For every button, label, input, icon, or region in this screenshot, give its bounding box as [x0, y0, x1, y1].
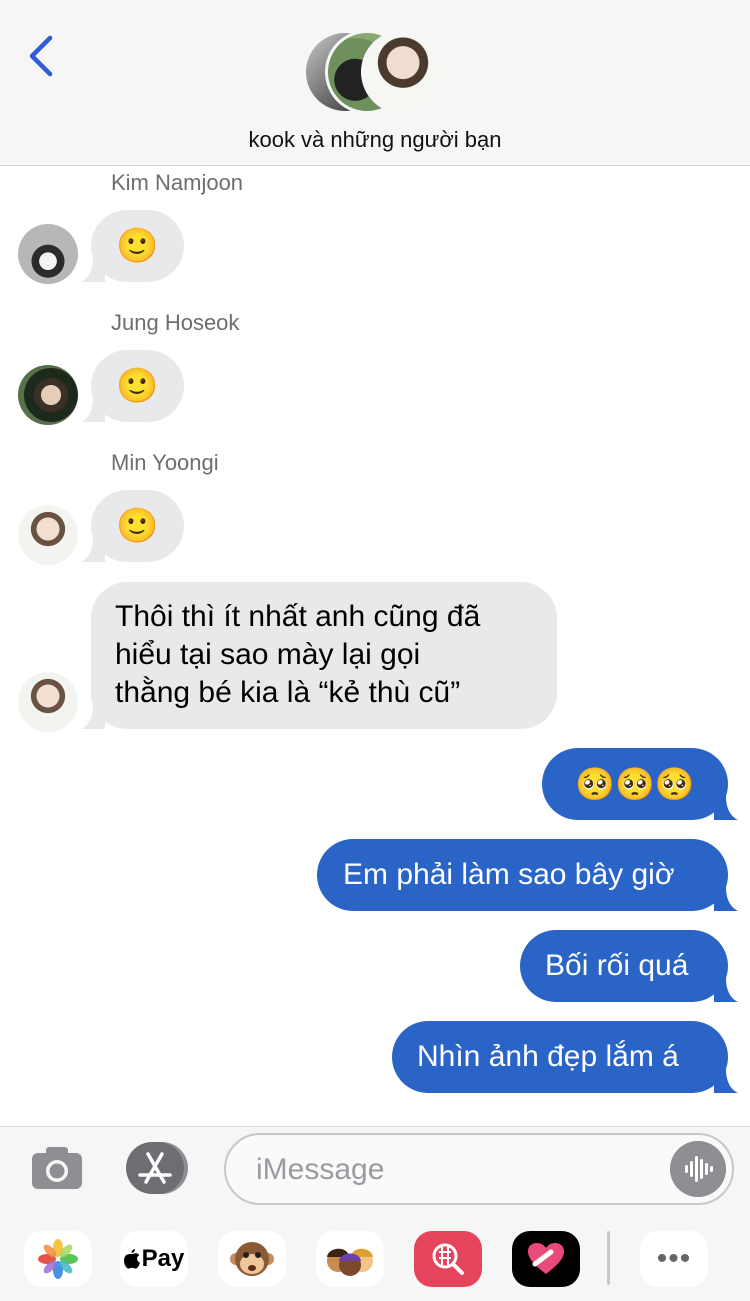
group-title[interactable]: kook và những người bạn	[0, 127, 750, 153]
bubble-tail	[81, 538, 105, 562]
back-chevron-icon[interactable]	[22, 32, 62, 80]
memoji-stickers-icon[interactable]	[316, 1231, 384, 1287]
message-text-line: Thôi thì ít nhất anh cũng đã	[115, 600, 481, 633]
bubble-tail	[714, 796, 738, 820]
more-apps-icon[interactable]: •••	[640, 1231, 708, 1287]
more-apps-label: •••	[656, 1242, 692, 1275]
bubble-tail	[714, 1069, 738, 1093]
avatar	[361, 30, 445, 114]
message-bubble-outgoing[interactable]: Nhìn ảnh đẹp lắm á	[392, 1021, 738, 1093]
bubble-tail	[714, 887, 738, 911]
message-bubble[interactable]: 🙂	[81, 210, 184, 282]
camera-icon[interactable]	[30, 1145, 84, 1191]
message-text: Em phải làm sao bây giờ	[343, 858, 675, 891]
message-bubble-outgoing[interactable]: Bối rối quá	[520, 930, 738, 1002]
message-text: 🥺🥺🥺	[575, 765, 695, 803]
memoji-monkey-icon[interactable]	[218, 1231, 286, 1287]
app-store-icon[interactable]	[126, 1142, 192, 1194]
bubble-tail	[81, 705, 105, 729]
bubble-tail	[81, 398, 105, 422]
group-avatar-stack[interactable]	[303, 30, 449, 116]
tray-divider	[607, 1231, 610, 1285]
digital-touch-icon[interactable]	[512, 1231, 580, 1287]
message-bubble[interactable]: 🙂	[81, 490, 184, 562]
conversation-header: kook và những người bạn	[0, 0, 750, 166]
imessage-input[interactable]: iMessage	[224, 1133, 734, 1205]
message-text-line: thằng bé kia là “kẻ thù cũ”	[115, 676, 461, 709]
message-bubble[interactable]: Thôi thì ít nhất anh cũng đã hiểu tại sa…	[81, 582, 557, 729]
message-text: Bối rối quá	[545, 949, 689, 982]
avatar[interactable]	[18, 224, 78, 284]
search-images-icon[interactable]	[414, 1231, 482, 1287]
message-text: Nhìn ảnh đẹp lắm á	[417, 1040, 679, 1073]
sender-name: Kim Namjoon	[111, 170, 244, 195]
bubble-tail	[714, 978, 738, 1002]
message-bubble-outgoing[interactable]: 🥺🥺🥺	[542, 748, 738, 820]
avatar[interactable]	[18, 505, 78, 565]
message-text-line: hiểu tại sao mày lại gọi	[115, 638, 421, 671]
message-input-bar: iMessage Pay •••	[0, 1126, 750, 1301]
message-bubble[interactable]: 🙂	[81, 350, 184, 422]
sender-name: Min Yoongi	[111, 450, 219, 475]
message-text: 🙂	[116, 366, 159, 406]
photos-app-icon[interactable]	[24, 1231, 92, 1287]
audio-waveform-icon[interactable]	[670, 1141, 726, 1197]
apple-pay-icon[interactable]: Pay	[120, 1231, 188, 1287]
message-text: 🙂	[116, 506, 159, 546]
avatar[interactable]	[18, 365, 78, 425]
app-drawer: Pay •••	[0, 1225, 750, 1295]
message-bubble-outgoing[interactable]: Em phải làm sao bây giờ	[317, 839, 738, 911]
input-placeholder: iMessage	[256, 1153, 385, 1186]
avatar[interactable]	[18, 672, 78, 732]
sender-name: Jung Hoseok	[111, 310, 240, 335]
message-text: 🙂	[116, 226, 159, 266]
apple-pay-label: Pay	[141, 1245, 185, 1272]
bubble-tail	[81, 258, 105, 282]
